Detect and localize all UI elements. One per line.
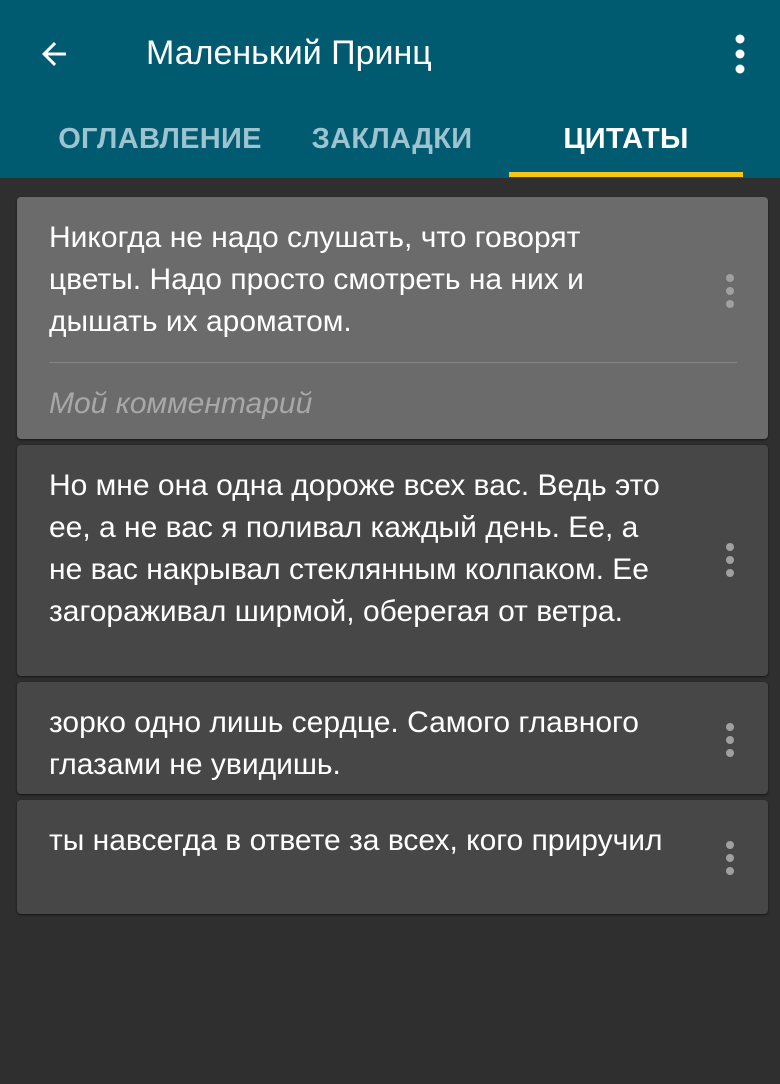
comment-divider: [49, 362, 737, 363]
arrow-left-icon: [42, 42, 66, 66]
quotes-list: Никогда не надо слушать, что говорят цве…: [0, 178, 780, 1084]
more-vert-icon: [735, 34, 745, 74]
more-vert-icon: [726, 841, 734, 875]
more-vert-icon: [726, 723, 734, 757]
quote-menu-button[interactable]: [710, 530, 750, 590]
tab-bookmarks[interactable]: ЗАКЛАДКИ: [292, 100, 492, 178]
quote-menu-button[interactable]: [710, 828, 750, 888]
more-vert-icon: [726, 543, 734, 577]
quote-menu-button[interactable]: [710, 710, 750, 770]
quote-card[interactable]: зорко одно лишь сердце. Самого главного …: [17, 682, 768, 794]
tab-contents[interactable]: ОГЛАВЛЕНИЕ: [40, 100, 280, 178]
quote-menu-button[interactable]: [710, 261, 750, 321]
tab-quotes[interactable]: ЦИТАТЫ: [509, 100, 743, 178]
quote-text: Но мне она одна дороже всех вас. Ведь эт…: [49, 469, 660, 628]
quote-text: ты навсегда в ответе за всех, кого приру…: [49, 824, 663, 857]
quote-text: Никогда не надо слушать, что говорят цве…: [49, 221, 584, 338]
quote-card[interactable]: Никогда не надо слушать, что говорят цве…: [17, 197, 768, 439]
page-title: Маленький Принц: [146, 34, 432, 72]
overflow-menu-button[interactable]: [712, 22, 768, 86]
quote-text: зорко одно лишь сердце. Самого главного …: [49, 706, 639, 781]
back-button[interactable]: [22, 22, 86, 86]
tab-bar: ОГЛАВЛЕНИЕ ЗАКЛАДКИ ЦИТАТЫ: [0, 100, 780, 178]
quote-comment[interactable]: Мой комментарий: [49, 383, 312, 425]
active-tab-indicator: [509, 172, 743, 177]
quote-card[interactable]: Но мне она одна дороже всех вас. Ведь эт…: [17, 445, 768, 676]
app-bar: Маленький Принц ОГЛАВЛЕНИЕ ЗАКЛАДКИ ЦИТА…: [0, 0, 780, 178]
quote-card[interactable]: ты навсегда в ответе за всех, кого приру…: [17, 800, 768, 914]
more-vert-icon: [726, 274, 734, 308]
app-screen: Маленький Принц ОГЛАВЛЕНИЕ ЗАКЛАДКИ ЦИТА…: [0, 0, 780, 1084]
